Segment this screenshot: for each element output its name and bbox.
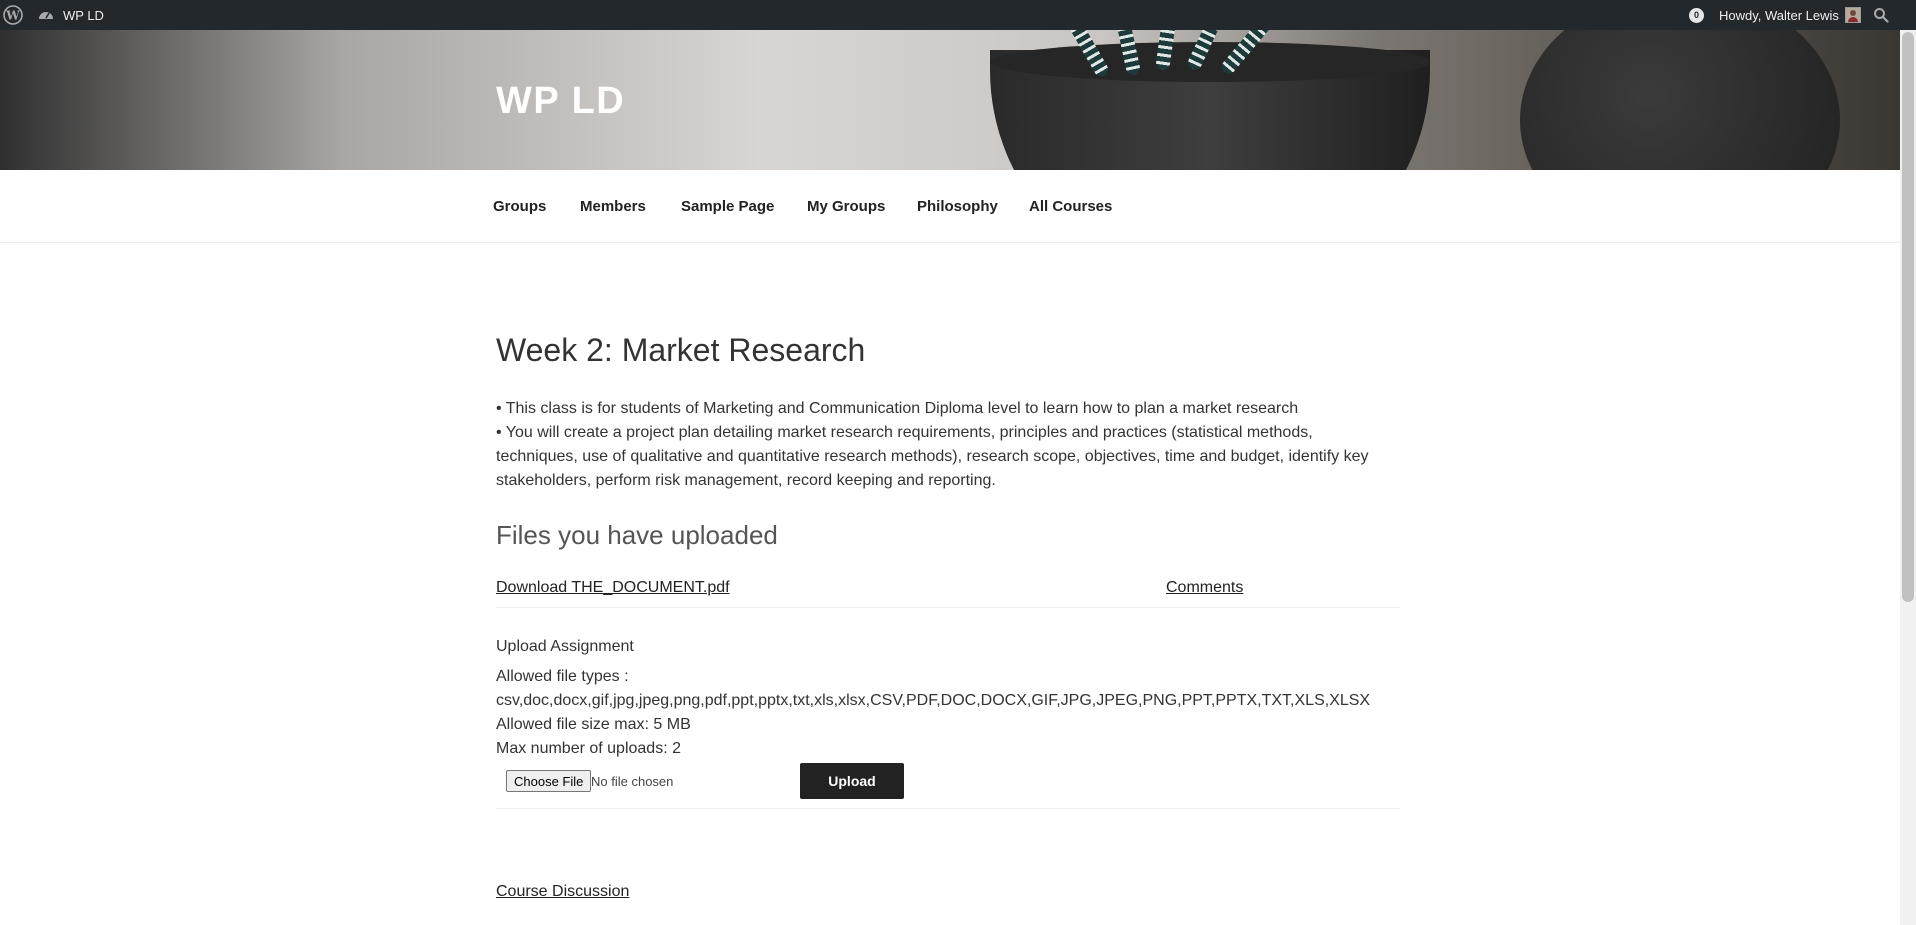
upload-form: Choose File No file chosen Upload (496, 761, 1400, 809)
admin-bar-site-link[interactable]: WP LD (38, 0, 104, 30)
download-file-link[interactable]: Download THE_DOCUMENT.pdf (496, 579, 730, 597)
wordpress-logo-icon[interactable]: W (2, 0, 24, 30)
site-header: WP LD (0, 30, 1900, 170)
header-background-image (1520, 30, 1840, 170)
notifications-button[interactable]: 0 (1689, 0, 1704, 30)
choose-file-button[interactable]: Choose File (506, 770, 592, 792)
upload-button[interactable]: Upload (800, 763, 904, 799)
nav-item-groups[interactable]: Groups (493, 170, 546, 242)
page-title: Week 2: Market Research (496, 332, 866, 368)
allowed-types-list: csv,doc,docx,gif,jpg,jpeg,png,pdf,ppt,pp… (496, 692, 1371, 709)
upload-assignment-heading: Upload Assignment (496, 638, 634, 655)
course-discussion-link[interactable]: Course Discussion (496, 883, 629, 901)
no-file-chosen-text: No file chosen (591, 774, 674, 789)
course-description: • This class is for students of Marketin… (496, 397, 1396, 493)
admin-bar-site-name: WP LD (63, 7, 104, 23)
svg-text:W: W (5, 9, 20, 23)
nav-item-members[interactable]: Members (580, 170, 646, 242)
main-navigation: Groups Members Sample Page My Groups Phi… (0, 170, 1900, 243)
files-heading: Files you have uploaded (496, 520, 778, 550)
notification-count-badge: 0 (1689, 7, 1704, 23)
nav-item-all-courses[interactable]: All Courses (1029, 170, 1112, 242)
admin-bar: W WP LD 0 Howdy, Walter Lewis (0, 0, 1916, 30)
description-bullet: • You will create a project plan detaili… (496, 424, 1369, 489)
upload-assignment-info: Upload Assignment Allowed file types : c… (496, 635, 1400, 761)
dashboard-icon (38, 7, 54, 24)
max-uploads: Max number of uploads: 2 (496, 740, 681, 757)
header-pot-rim (990, 42, 1430, 82)
uploaded-file-row: Download THE_DOCUMENT.pdf Comments (496, 567, 1400, 608)
comments-link[interactable]: Comments (1166, 579, 1243, 597)
description-bullet: • This class is for students of Marketin… (496, 400, 1299, 417)
max-file-size: Allowed file size max: 5 MB (496, 716, 691, 733)
avatar (1844, 7, 1861, 23)
allowed-types-label: Allowed file types : (496, 668, 629, 685)
nav-item-sample-page[interactable]: Sample Page (681, 170, 774, 242)
page-scrollbar[interactable] (1900, 30, 1916, 925)
scrollbar-thumb[interactable] (1902, 32, 1914, 602)
site-title[interactable]: WP LD (496, 80, 625, 123)
search-icon[interactable] (1873, 0, 1889, 30)
nav-item-my-groups[interactable]: My Groups (807, 170, 885, 242)
nav-item-philosophy[interactable]: Philosophy (917, 170, 998, 242)
howdy-text: Howdy, Walter Lewis (1719, 7, 1839, 23)
user-account-menu[interactable]: Howdy, Walter Lewis (1719, 0, 1861, 30)
